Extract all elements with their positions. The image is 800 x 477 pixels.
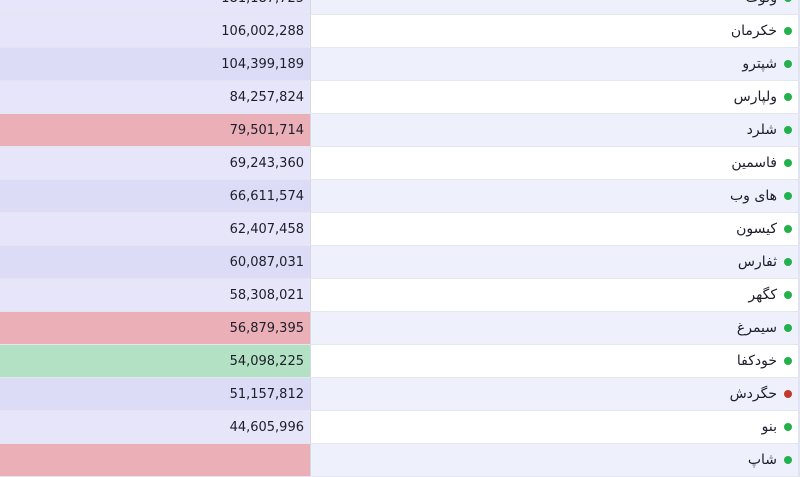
symbol-cell[interactable]: های وب <box>311 180 800 212</box>
volume-value: 54,098,225 <box>0 345 311 377</box>
table-row[interactable]: 106,002,288 خکرمان <box>0 15 800 48</box>
status-dot-icon <box>784 357 792 365</box>
symbol-cell[interactable]: کیسون <box>311 213 800 245</box>
table-row[interactable]: 104,399,189 شپترو <box>0 48 800 81</box>
symbol-name[interactable]: شاپ <box>748 452 777 468</box>
symbol-name[interactable]: فاسمین <box>731 155 777 171</box>
status-dot-icon <box>784 0 792 2</box>
symbol-cell[interactable]: شلرد <box>311 114 800 146</box>
table-row[interactable]: 84,257,824 ولپارس <box>0 81 800 114</box>
status-dot-icon <box>784 390 792 398</box>
volume-value: 58,308,021 <box>0 279 311 311</box>
table-row[interactable]: 62,407,458 کیسون <box>0 213 800 246</box>
symbol-cell[interactable]: کگهر <box>311 279 800 311</box>
symbol-name[interactable]: ولپارس <box>734 89 777 105</box>
table-row[interactable]: 56,879,395 سیمرغ <box>0 312 800 345</box>
symbol-cell[interactable]: ولپارس <box>311 81 800 113</box>
status-dot-icon <box>784 93 792 101</box>
symbol-cell[interactable]: ثفارس <box>311 246 800 278</box>
symbol-cell[interactable]: ولوت <box>311 0 800 14</box>
symbol-name[interactable]: های وب <box>730 188 777 204</box>
symbol-name[interactable]: کگهر <box>748 287 777 303</box>
status-dot-icon <box>784 324 792 332</box>
table-row[interactable]: 60,087,031 ثفارس <box>0 246 800 279</box>
symbol-cell[interactable]: حگردش <box>311 378 800 410</box>
symbol-cell[interactable]: سیمرغ <box>311 312 800 344</box>
status-dot-icon <box>784 291 792 299</box>
table-row[interactable]: 51,157,812 حگردش <box>0 378 800 411</box>
volume-value: 69,243,360 <box>0 147 311 179</box>
volume-value: 106,002,288 <box>0 15 311 47</box>
status-dot-icon <box>784 126 792 134</box>
volume-value: 56,879,395 <box>0 312 311 344</box>
table-row[interactable]: 69,243,360 فاسمین <box>0 147 800 180</box>
volume-value: 66,611,574 <box>0 180 311 212</box>
table-row[interactable]: 58,308,021 کگهر <box>0 279 800 312</box>
symbol-name[interactable]: سیمرغ <box>737 320 777 336</box>
symbol-cell[interactable]: شپترو <box>311 48 800 80</box>
symbol-name[interactable]: شپترو <box>742 56 777 72</box>
table-row[interactable]: 54,098,225 خودکفا <box>0 345 800 378</box>
status-dot-icon <box>784 258 792 266</box>
status-dot-icon <box>784 60 792 68</box>
volume-value: 84,257,824 <box>0 81 311 113</box>
table-row[interactable]: 66,611,574 های وب <box>0 180 800 213</box>
symbol-name[interactable]: حگردش <box>730 386 777 402</box>
table-row[interactable]: شاپ <box>0 444 800 477</box>
table-row[interactable]: 181,187,725 ولوت <box>0 0 800 15</box>
symbol-cell[interactable]: شاپ <box>311 444 800 476</box>
volume-value: 181,187,725 <box>0 0 311 14</box>
symbol-name[interactable]: بنو <box>762 419 777 435</box>
table-row[interactable]: 79,501,714 شلرد <box>0 114 800 147</box>
symbol-name[interactable]: خودکفا <box>737 353 777 369</box>
volume-value: 104,399,189 <box>0 48 311 80</box>
status-dot-icon <box>784 192 792 200</box>
symbol-name[interactable]: شلرد <box>747 122 777 138</box>
volume-value: 51,157,812 <box>0 378 311 410</box>
status-dot-icon <box>784 423 792 431</box>
symbol-name[interactable]: خکرمان <box>731 23 777 39</box>
symbol-name[interactable]: کیسون <box>736 221 777 237</box>
status-dot-icon <box>784 27 792 35</box>
volume-value: 60,087,031 <box>0 246 311 278</box>
volume-value <box>0 444 311 476</box>
symbol-name[interactable]: ثفارس <box>738 254 777 270</box>
symbol-name[interactable]: ولوت <box>746 0 777 6</box>
volume-value: 44,605,996 <box>0 411 311 443</box>
status-dot-icon <box>784 225 792 233</box>
status-dot-icon <box>784 456 792 464</box>
volume-value: 62,407,458 <box>0 213 311 245</box>
status-dot-icon <box>784 159 792 167</box>
symbol-cell[interactable]: فاسمین <box>311 147 800 179</box>
stock-table: 181,187,725 ولوت 106,002,288 خکرمان 104,399,… <box>0 0 800 477</box>
table-row[interactable]: 44,605,996 بنو <box>0 411 800 444</box>
symbol-cell[interactable]: بنو <box>311 411 800 443</box>
volume-value: 79,501,714 <box>0 114 311 146</box>
symbol-cell[interactable]: خودکفا <box>311 345 800 377</box>
symbol-cell[interactable]: خکرمان <box>311 15 800 47</box>
